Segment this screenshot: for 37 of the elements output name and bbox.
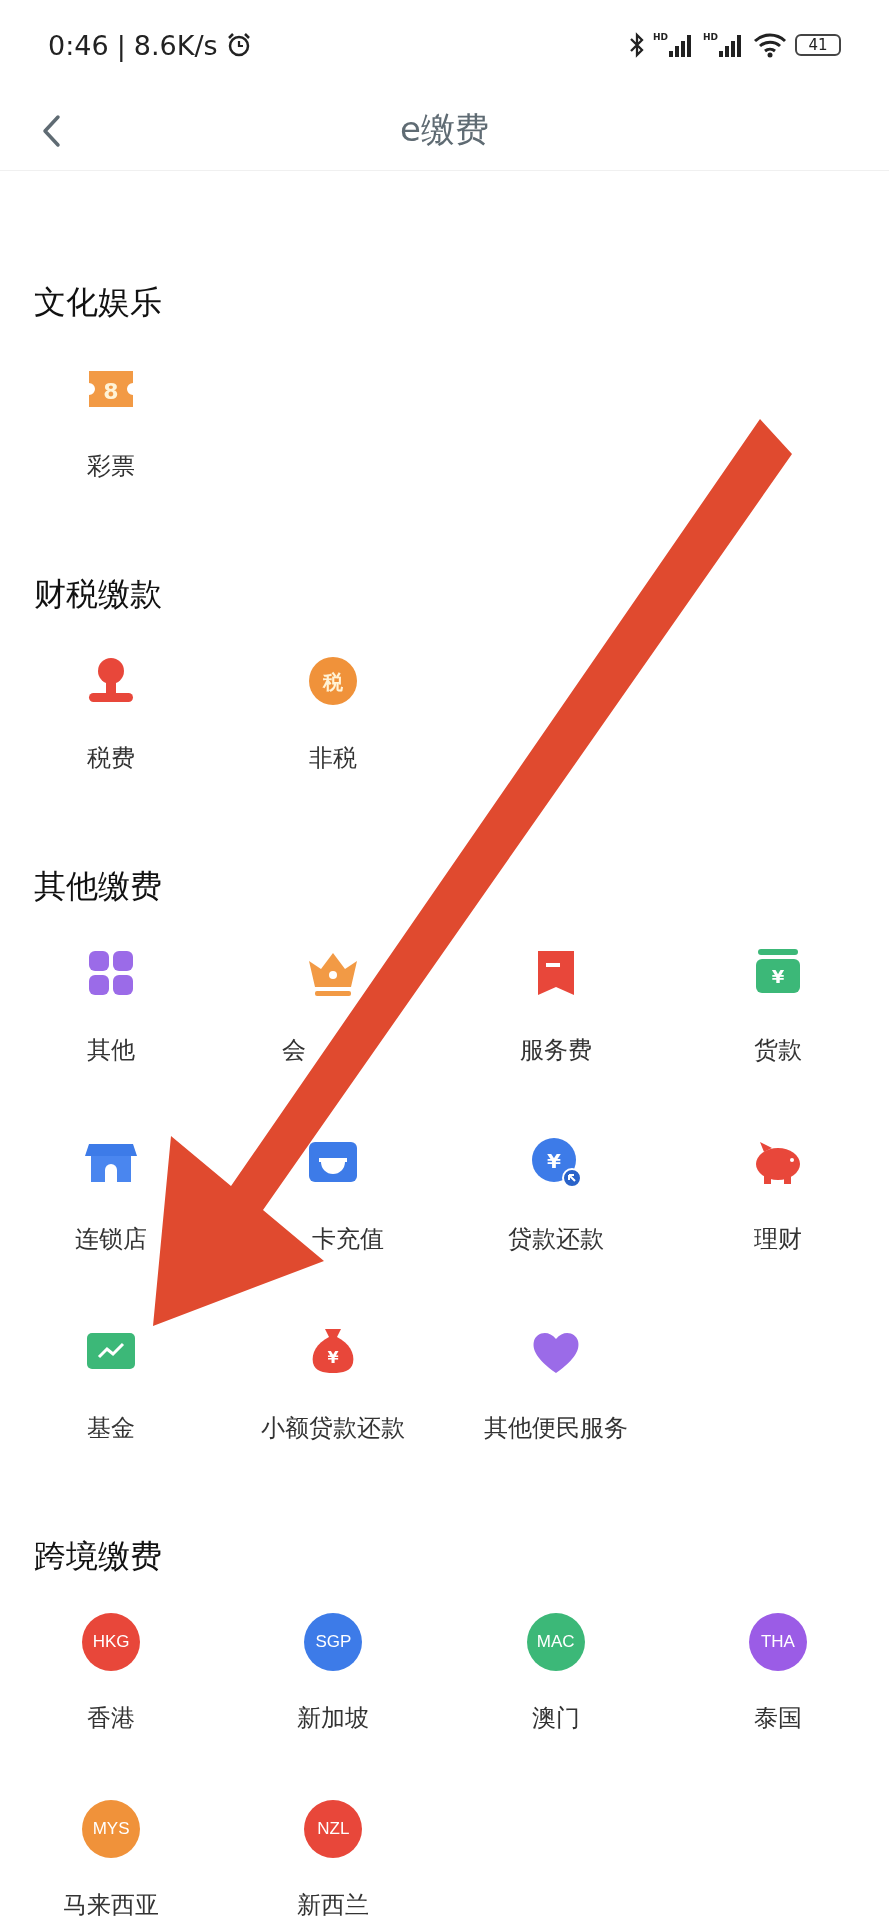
clock-time: 0:46 (48, 29, 109, 61)
service-label[interactable]: 会 (282, 1035, 307, 1065)
section-heading: 其他缴费 (34, 866, 163, 906)
service-label[interactable]: 其他便民服务 (483, 1413, 628, 1443)
service-label[interactable]: 小额贷款还款 (261, 1413, 406, 1443)
service-label[interactable]: 澳门 (531, 1703, 580, 1733)
service-label[interactable]: 新加坡 (297, 1703, 370, 1733)
service-label[interactable]: 非税 (309, 743, 358, 773)
service-label[interactable]: 泰国 (753, 1703, 802, 1733)
globe-icon[interactable]: HKG (82, 1613, 141, 1671)
service-label[interactable]: 连锁店 (75, 1224, 148, 1254)
globe-icon[interactable]: SGP (304, 1613, 363, 1671)
network-type-label: HD (652, 33, 668, 42)
service-label[interactable]: 新西兰 (297, 1890, 370, 1920)
service-label[interactable]: 彩票 (87, 451, 136, 481)
service-label[interactable]: 卡充值 (312, 1224, 385, 1254)
service-label[interactable]: 服务费 (519, 1035, 592, 1065)
separator: | (116, 29, 126, 61)
bluetooth-icon (628, 31, 645, 59)
service-label[interactable]: 理财 (753, 1224, 802, 1254)
wifi-icon (753, 32, 787, 58)
globe-icon[interactable]: THA (748, 1613, 807, 1671)
service-label[interactable]: 马来西亚 (63, 1890, 160, 1920)
network-speed: 8.6K/s (133, 29, 218, 61)
section-heading: 文化娱乐 (34, 282, 163, 322)
service-label[interactable]: 香港 (87, 1703, 136, 1733)
service-label[interactable]: 税费 (87, 743, 136, 773)
page-title: e缴费 (400, 108, 489, 151)
service-label[interactable]: 货款 (753, 1035, 802, 1065)
section-heading: 财税缴款 (34, 574, 163, 614)
service-label[interactable]: 贷款还款 (507, 1224, 604, 1254)
battery-level: 41 (795, 34, 841, 56)
network-type-label: HD (703, 33, 718, 42)
service-label[interactable]: 其他 (87, 1035, 136, 1065)
service-label[interactable]: 基金 (87, 1413, 136, 1443)
globe-icon[interactable]: NZL (304, 1800, 363, 1858)
section-heading: 跨境缴费 (34, 1536, 163, 1576)
